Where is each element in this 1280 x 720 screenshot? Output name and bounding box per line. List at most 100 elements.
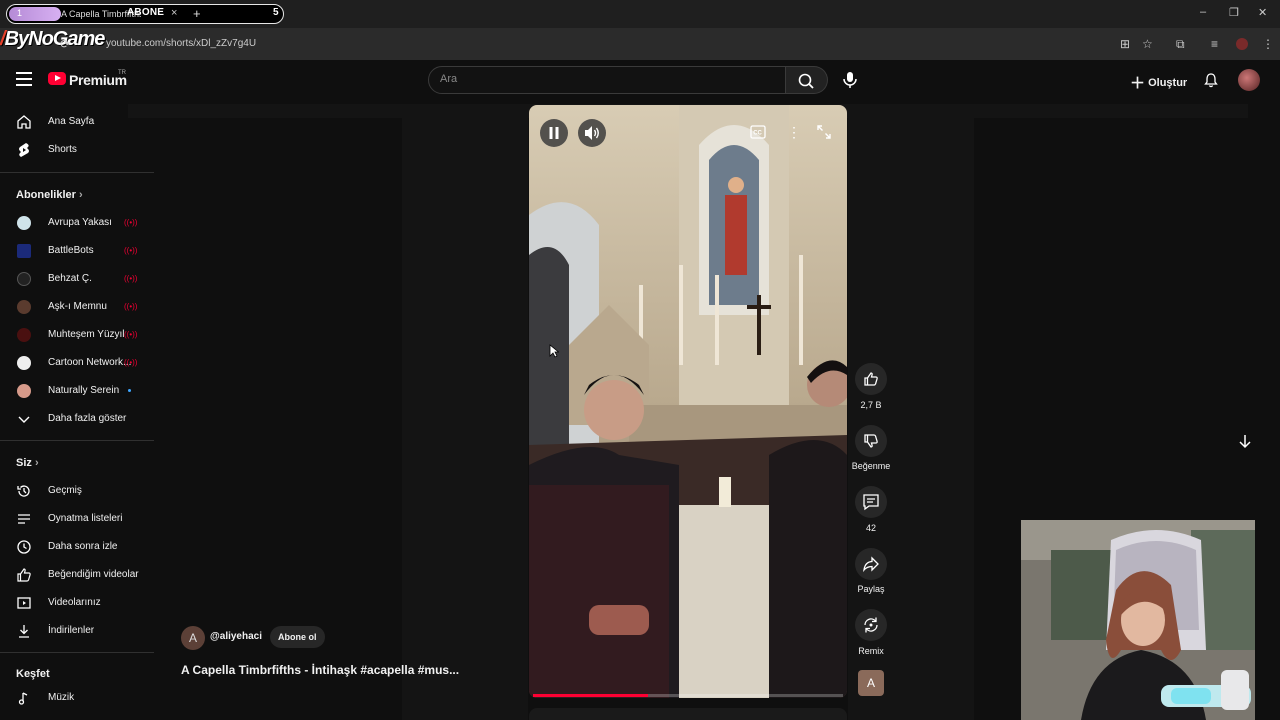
- channel-name: Aşk-ı Memnu: [48, 301, 107, 312]
- sidebar-item-subscription[interactable]: Avrupa Yakası ((•)): [0, 211, 154, 235]
- sidebar-divider: [0, 652, 154, 653]
- share-button[interactable]: [855, 548, 887, 580]
- channel-name: Behzat Ç.: [48, 273, 92, 284]
- extensions-icon[interactable]: ⧉: [1176, 37, 1185, 52]
- sidebar-item-label: Shorts: [48, 144, 77, 155]
- subscriptions-heading[interactable]: Abonelikler ›: [16, 189, 83, 201]
- fullscreen-button[interactable]: [817, 125, 831, 144]
- new-tab-icon[interactable]: +: [193, 6, 201, 21]
- youtube-logo-icon[interactable]: [48, 72, 66, 85]
- pause-button[interactable]: [540, 119, 568, 147]
- remix-button[interactable]: [855, 609, 887, 641]
- sidebar-item-subscription[interactable]: Muhteşem Yüzyıl ((•)): [0, 323, 154, 347]
- live-indicator-icon: ((•)): [124, 302, 138, 311]
- channel-name: Cartoon Network...: [48, 357, 132, 368]
- sidebar-item-watch-later[interactable]: Daha sonra izle: [0, 535, 154, 559]
- sidebar-item-history[interactable]: Geçmiş: [0, 479, 154, 503]
- channel-avatar: [17, 272, 31, 286]
- dislike-label: Beğenme: [851, 461, 891, 471]
- browser-menu-icon[interactable]: ⋮: [1262, 37, 1274, 51]
- notifications-button[interactable]: [1203, 72, 1219, 93]
- channel-avatar: [17, 328, 31, 342]
- sidebar-item-playlists[interactable]: Oynatma listeleri: [0, 507, 154, 531]
- sidebar-item-subscription[interactable]: Naturally Serein: [0, 379, 154, 403]
- captions-button[interactable]: CC: [750, 125, 766, 144]
- profile-icon[interactable]: [1236, 38, 1248, 50]
- next-short-button[interactable]: [1237, 433, 1253, 454]
- feed-left-column: [402, 118, 528, 720]
- sidebar-item-subscription[interactable]: Behzat Ç. ((•)): [0, 267, 154, 291]
- shorts-video-player[interactable]: CC ⋮: [529, 105, 847, 698]
- comments-button[interactable]: [855, 486, 887, 518]
- remix-icon: [864, 617, 878, 633]
- comment-icon: [863, 494, 879, 511]
- media-control-icon[interactable]: ≡: [1211, 37, 1218, 51]
- sound-avatar[interactable]: A: [858, 670, 884, 696]
- like-count: 2,7 B: [860, 400, 882, 410]
- tab-group-number: 1: [17, 8, 23, 18]
- shorts-icon: [19, 143, 29, 157]
- live-indicator-icon: ((•)): [124, 274, 138, 283]
- channel-avatar: [17, 384, 31, 398]
- sidebar-item-subscription[interactable]: Aşk-ı Memnu ((•)): [0, 295, 154, 319]
- explore-heading: Keşfet: [16, 668, 50, 680]
- arrow-down-icon: [1239, 435, 1251, 449]
- sidebar-item-shorts[interactable]: Shorts: [0, 138, 154, 162]
- watch-later-icon: [17, 540, 31, 554]
- sidebar-item-subscription[interactable]: Cartoon Network... ((•)): [0, 351, 154, 375]
- svg-text:CC: CC: [753, 131, 762, 137]
- browser-tab[interactable]: 1 A Capella Timbrfifths ABONE × + 5: [6, 4, 284, 24]
- thumbs-down-icon: [864, 434, 878, 448]
- you-heading[interactable]: Siz ›: [16, 457, 39, 469]
- sidebar-item-downloads[interactable]: İndirilenler: [0, 619, 154, 643]
- sidebar-item-label: Beğendiğim videolar: [48, 569, 139, 580]
- reload-icon[interactable]: ⟳: [60, 37, 70, 51]
- new-content-dot: [128, 389, 131, 392]
- hamburger-menu-icon[interactable]: [16, 72, 32, 86]
- sidebar-item-music[interactable]: Müzik: [0, 686, 154, 710]
- chevron-down-icon: [18, 416, 30, 423]
- channel-avatar: [17, 216, 31, 230]
- share-icon: [863, 556, 879, 573]
- comment-count: 42: [865, 523, 876, 533]
- channel-avatar: [17, 356, 31, 370]
- microphone-icon: [843, 72, 857, 88]
- sidebar-item-label: Oynatma listeleri: [48, 513, 123, 524]
- sidebar-item-your-videos[interactable]: Videolarınız: [0, 591, 154, 615]
- dislike-button[interactable]: [855, 425, 887, 457]
- subscribe-button[interactable]: Abone ol: [270, 626, 325, 648]
- minimize-icon[interactable]: –: [1200, 6, 1206, 18]
- plus-icon: ＋: [1130, 75, 1146, 92]
- video-progress-bar[interactable]: [533, 694, 843, 697]
- create-button[interactable]: ＋ Oluştur: [1130, 72, 1187, 93]
- home-icon: [17, 115, 31, 129]
- install-icon[interactable]: ⊞: [1120, 37, 1130, 51]
- volume-button[interactable]: [578, 119, 606, 147]
- liked-videos-icon: [17, 568, 31, 582]
- bookmark-star-icon[interactable]: ☆: [1142, 37, 1153, 51]
- sidebar-item-liked-videos[interactable]: Beğendiğim videolar: [0, 563, 154, 587]
- search-button[interactable]: [786, 66, 828, 94]
- voice-search-button[interactable]: [836, 66, 864, 94]
- url-field[interactable]: youtube.com/shorts/xDl_zZv7g4U: [106, 38, 256, 49]
- live-indicator-icon: ((•)): [124, 218, 138, 227]
- show-more-button[interactable]: Daha fazla göster: [0, 407, 154, 431]
- close-window-icon[interactable]: ✕: [1258, 6, 1267, 19]
- maximize-icon[interactable]: ❐: [1229, 6, 1239, 19]
- bell-icon: [1204, 73, 1218, 88]
- sidebar-item-label: Müzik: [48, 692, 75, 703]
- channel-avatar: [17, 244, 31, 258]
- search-input[interactable]: [428, 66, 786, 94]
- channel-handle[interactable]: @aliyehaci: [210, 631, 262, 642]
- more-options-icon[interactable]: ⋮: [787, 124, 801, 141]
- next-short-peek: [529, 708, 847, 720]
- show-more-label: Daha fazla göster: [48, 413, 127, 424]
- like-button[interactable]: [855, 363, 887, 395]
- short-title[interactable]: A Capella Timbrfifths - İntihaşk #acapel…: [181, 663, 459, 677]
- live-indicator-icon: ((•)): [124, 330, 138, 339]
- account-avatar[interactable]: [1238, 69, 1260, 91]
- channel-avatar[interactable]: A: [181, 626, 205, 650]
- sidebar: Ana Sayfa Shorts Abonelikler › Avrupa Ya…: [0, 106, 154, 720]
- sidebar-item-subscription[interactable]: BattleBots ((•)): [0, 239, 154, 263]
- tab-close-icon[interactable]: ×: [171, 7, 177, 19]
